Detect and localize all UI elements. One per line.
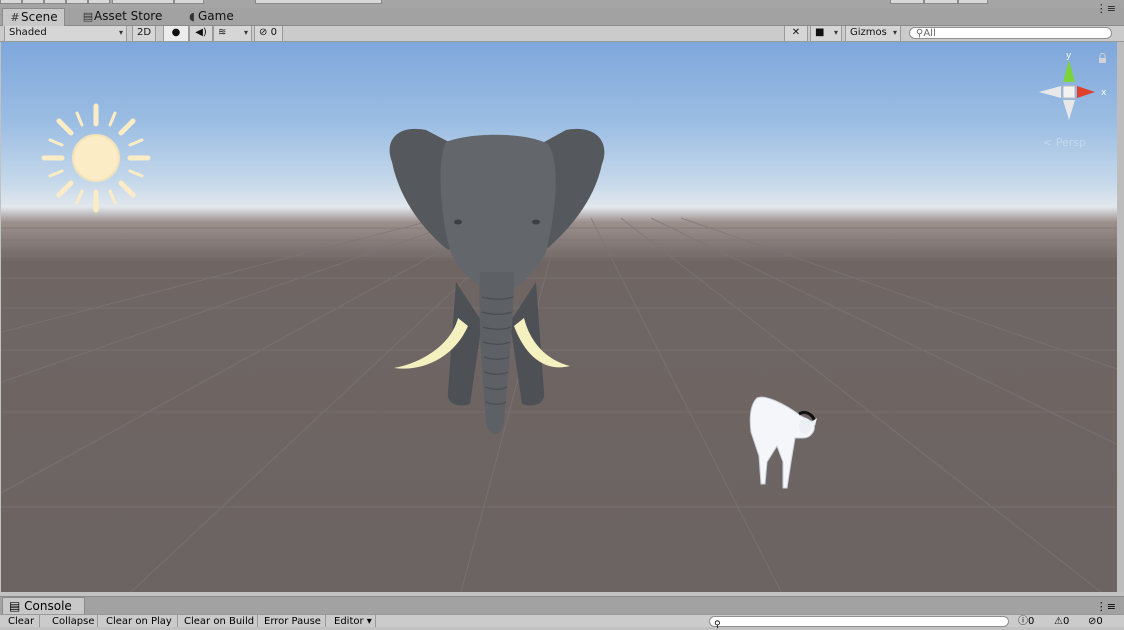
speaker-icon: ◀) [195, 27, 207, 38]
console-search-input[interactable]: ⚲ [709, 616, 1009, 630]
transform-tool-button[interactable] [0, 0, 22, 4]
tab-scene-label: Scene [21, 10, 58, 24]
clear-on-build-label: Clear on Build [184, 616, 255, 627]
console-toolbar: Clear Collapse Clear on Play Clear on Bu… [0, 614, 1124, 630]
gizmo-neg-y-cone [1063, 100, 1075, 120]
clear-button[interactable]: Clear [4, 615, 40, 627]
play-controls[interactable] [255, 0, 382, 4]
global-toggle[interactable] [174, 0, 204, 4]
layers-dropdown[interactable] [924, 0, 958, 4]
camera-dropdown[interactable]: ■ [810, 26, 842, 41]
orientation-gizmo[interactable]: y x [1035, 50, 1117, 122]
gizmo-neg-x-cone [1039, 86, 1061, 98]
info-count: 0 [1028, 616, 1035, 627]
clear-on-build-button[interactable]: Clear on Build [180, 615, 258, 627]
transform-tool-button[interactable] [44, 0, 66, 4]
scene-toolbar: Shaded 2D ● ◀) ≋ ⊘ 0 ✕ ■ Gizmos ⚲All [0, 26, 1124, 42]
layout-dropdown[interactable] [958, 0, 988, 4]
viewport-scrollbar[interactable] [1117, 42, 1124, 592]
tab-console-label: Console [24, 599, 72, 613]
lighting-toggle[interactable]: ● [163, 26, 189, 41]
tab-game[interactable]: ◖ Game [180, 8, 240, 25]
transform-tool-button[interactable] [22, 0, 44, 4]
warning-count: 0 [1062, 616, 1070, 627]
persp-label[interactable]: < Persp [1043, 136, 1086, 149]
pivot-toggle[interactable] [112, 0, 174, 4]
warning-count-toggle[interactable]: ⚠0 [1054, 615, 1069, 627]
gizmo-y-cone [1063, 60, 1075, 82]
clear-on-play-button[interactable]: Clear on Play [102, 615, 178, 627]
tab-asset-store[interactable]: ▤Asset Store [76, 8, 168, 25]
directional-light-sun-icon[interactable] [41, 102, 151, 214]
console-tab-bar [0, 596, 1124, 614]
tab-asset-store-label: Asset Store [94, 9, 163, 23]
tools-icon: ✕ [791, 27, 801, 38]
goat-model[interactable] [745, 392, 821, 490]
gizmo-x-label: x [1101, 88, 1107, 98]
transform-tool-button[interactable] [66, 0, 88, 4]
store-icon: ▤ [82, 10, 94, 23]
tab-console[interactable]: ▤ Console [2, 597, 85, 614]
clear-on-play-label: Clear on Play [106, 616, 172, 627]
warning-icon: ⚠ [1054, 616, 1063, 627]
error-count-toggle[interactable]: ⊘0 [1088, 615, 1103, 627]
gizmos-label: Gizmos [850, 27, 887, 38]
gizmo-x-cone [1077, 86, 1095, 98]
draw-mode-dropdown[interactable]: Shaded [4, 26, 127, 41]
tab-game-label: Game [198, 9, 234, 23]
clear-button-label: Clear [8, 616, 35, 627]
eye-slash-icon: ⊘ [259, 27, 268, 38]
console-menu-icon[interactable]: ⋮≡ [1096, 600, 1116, 613]
editor-dropdown-label: Editor [334, 616, 364, 627]
hidden-objects-toggle[interactable]: ⊘ 0 [254, 26, 283, 41]
collapse-button-label: Collapse [52, 616, 95, 627]
console-icon: ▤ [9, 599, 21, 613]
grid-icon: # [10, 11, 20, 24]
error-pause-button[interactable]: Error Pause [260, 615, 326, 627]
audio-toggle[interactable]: ◀) [189, 26, 213, 41]
gizmo-y-label: y [1066, 51, 1072, 61]
editor-dropdown[interactable]: Editor ▾ [330, 615, 376, 627]
top-toolbar-strip [0, 0, 1124, 8]
error-count: 0 [1096, 616, 1103, 627]
gizmo-center-cube [1062, 85, 1076, 99]
error-pause-label: Error Pause [264, 616, 321, 627]
account-button[interactable] [890, 0, 924, 4]
lightbulb-icon: ● [171, 27, 181, 38]
info-icon: ⓘ [1018, 616, 1028, 627]
scene-viewport[interactable]: y x < Persp [1, 42, 1117, 592]
info-count-toggle[interactable]: ⓘ0 [1018, 615, 1034, 627]
search-placeholder: All [923, 28, 936, 39]
camera-icon: ■ [815, 27, 825, 38]
draw-mode-label: Shaded [9, 27, 47, 38]
lock-icon[interactable] [1099, 53, 1106, 64]
2d-toggle-label: 2D [137, 27, 152, 38]
editor-tab-bar: #Scene ▤Asset Store ◖ Game [0, 8, 1124, 26]
panel-menu-icon[interactable]: ⋮≡ [1096, 2, 1116, 15]
hidden-count: 0 [270, 27, 277, 38]
search-icon: ⚲ [714, 620, 721, 630]
transform-tool-button[interactable] [88, 0, 110, 4]
pacman-icon: ◖ [189, 10, 195, 23]
2d-toggle[interactable]: 2D [132, 26, 156, 41]
gizmos-dropdown[interactable]: Gizmos [845, 26, 901, 41]
layers-icon: ≋ [218, 27, 227, 38]
scene-tools-button[interactable]: ✕ [784, 26, 808, 41]
scene-search-input[interactable]: ⚲All [909, 27, 1112, 39]
effects-dropdown[interactable]: ≋ [213, 26, 252, 41]
tab-scene[interactable]: #Scene [2, 8, 65, 26]
elephant-model[interactable] [386, 122, 611, 447]
collapse-button[interactable]: Collapse [48, 615, 98, 627]
